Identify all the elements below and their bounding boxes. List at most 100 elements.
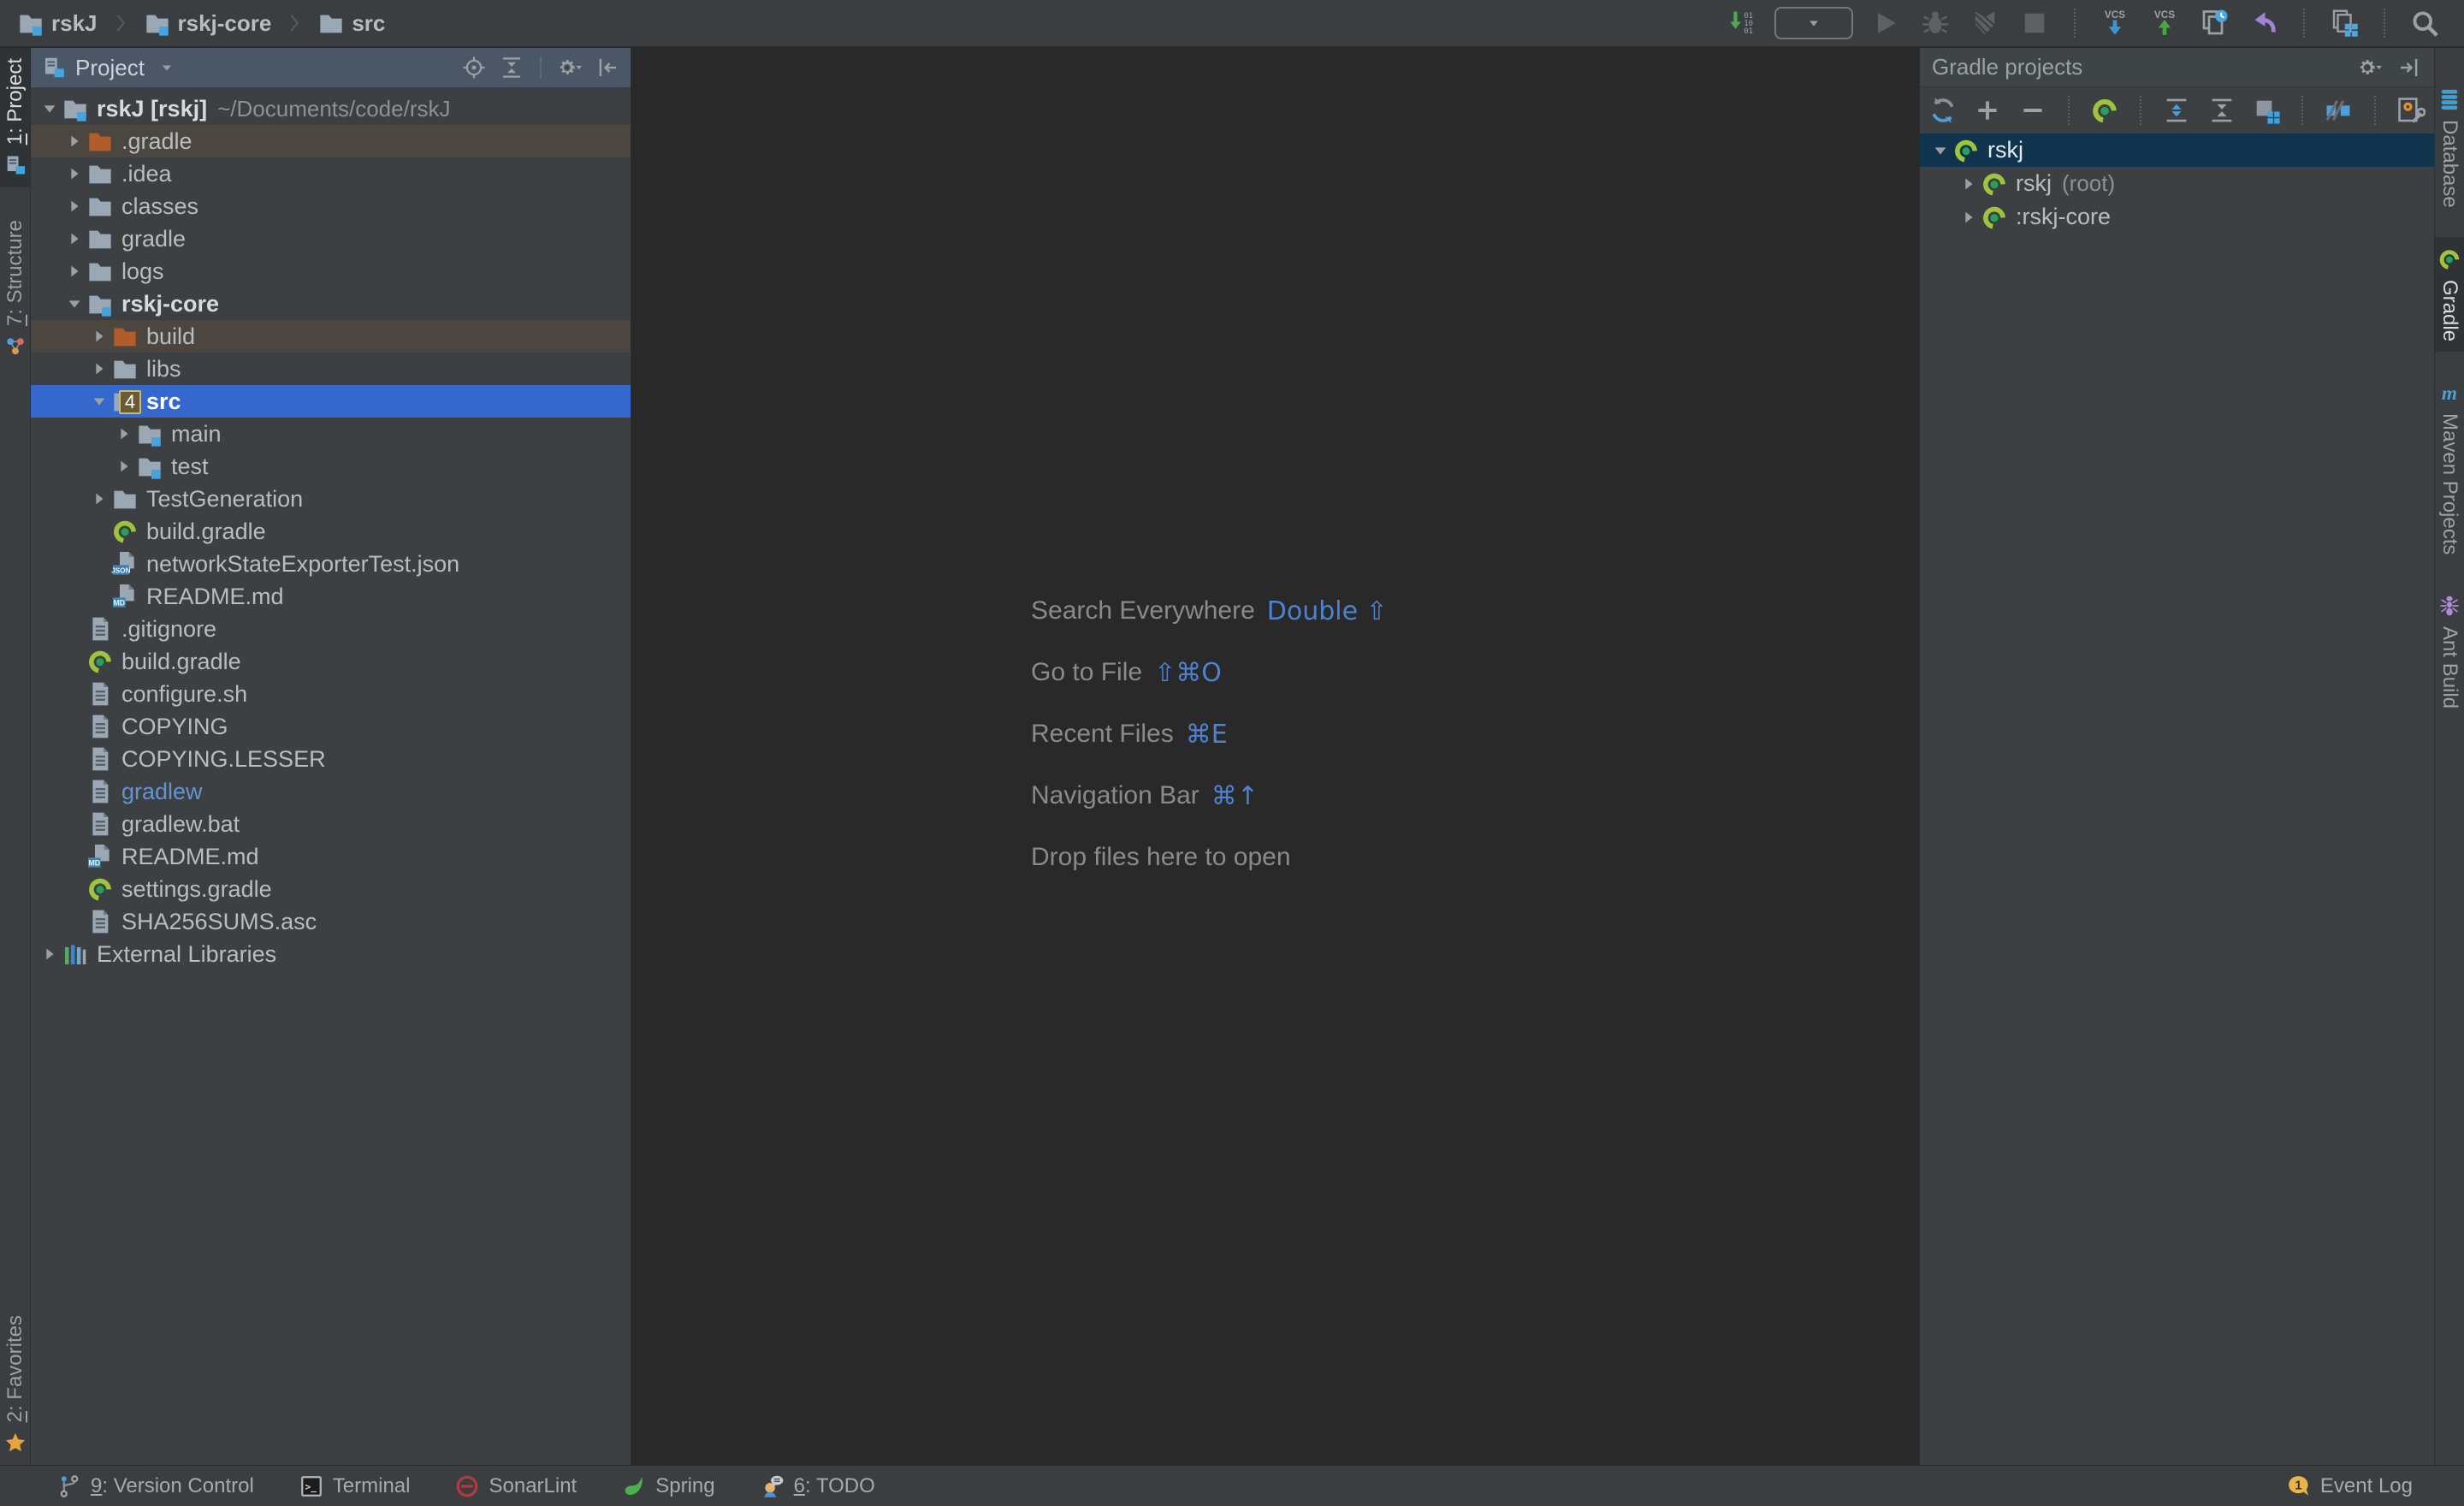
statusbar-item-spring[interactable]: Spring	[621, 1473, 714, 1499]
chevron-collapsed-icon[interactable]	[87, 324, 111, 348]
chevron-down-icon[interactable]	[157, 57, 177, 78]
statusbar-item-terminal[interactable]: >_ Terminal	[299, 1473, 411, 1499]
remove-icon[interactable]	[2017, 93, 2049, 127]
tree-row[interactable]: main	[31, 418, 631, 450]
tree-row[interactable]: libs	[31, 353, 631, 385]
locate-icon[interactable]	[461, 55, 487, 80]
tree-row[interactable]: rskj-core	[31, 288, 631, 320]
tree-row[interactable]: MD README.md	[31, 580, 631, 613]
statusbar-item--version-control[interactable]: 9: Version Control	[56, 1473, 254, 1499]
chevron-expanded-icon[interactable]	[62, 292, 86, 316]
tree-row[interactable]: build.gradle	[31, 515, 631, 548]
tree-row[interactable]: JSON networkStateExporterTest.json	[31, 548, 631, 580]
tree-row[interactable]: MD README.md	[31, 840, 631, 873]
breadcrumb-item[interactable]: rskJ	[17, 9, 98, 37]
breadcrumb-item[interactable]: src	[317, 9, 385, 37]
tree-row[interactable]: .gitignore	[31, 613, 631, 645]
chevron-collapsed-icon[interactable]	[87, 357, 111, 381]
chevron-collapsed-icon[interactable]	[38, 942, 62, 966]
debug-icon[interactable]	[1918, 6, 1952, 40]
statusbar-item-sonarlint[interactable]: SonarLint	[454, 1473, 577, 1499]
tree-row[interactable]: build.gradle	[31, 645, 631, 678]
tree-row[interactable]: rskJ [rskj] ~/Documents/code/rskJ	[31, 92, 631, 125]
refresh-icon[interactable]	[1927, 93, 1959, 127]
balloon-icon: 1	[2286, 1473, 2312, 1499]
gear-icon[interactable]	[557, 55, 583, 80]
vcs-commit-icon[interactable]: VCS	[2147, 6, 2182, 40]
build-settings-icon[interactable]	[2395, 93, 2427, 127]
breadcrumb-separator-icon	[111, 12, 130, 34]
tree-row[interactable]: gradle	[31, 222, 631, 255]
coverage-icon[interactable]	[1968, 6, 2002, 40]
module-deps-icon[interactable]	[2250, 93, 2283, 127]
hide-left-icon[interactable]	[595, 55, 620, 80]
tree-row[interactable]: COPYING.LESSER	[31, 743, 631, 775]
chevron-collapsed-icon[interactable]	[62, 162, 86, 186]
collapse-all-icon[interactable]	[499, 55, 524, 80]
tool-window-tab-database[interactable]: Database	[2435, 77, 2464, 218]
tree-row[interactable]: .idea	[31, 157, 631, 190]
project-structure-icon[interactable]	[2327, 6, 2361, 40]
tree-row[interactable]: test	[31, 450, 631, 483]
hide-right-icon[interactable]	[2396, 55, 2422, 80]
tree-row[interactable]: COPYING	[31, 710, 631, 743]
tree-row-label: gradlew	[121, 779, 203, 805]
gradle-icon[interactable]	[2088, 93, 2121, 127]
chevron-collapsed-icon[interactable]	[62, 227, 86, 251]
chevron-expanded-icon[interactable]	[1928, 139, 1952, 163]
project-panel-header[interactable]: Project	[31, 48, 631, 87]
offline-icon[interactable]	[2322, 93, 2354, 127]
tree-row[interactable]: :rskj-core	[1920, 200, 2434, 234]
chevron-collapsed-icon[interactable]	[1957, 205, 1981, 229]
tree-row[interactable]: gradlew	[31, 775, 631, 808]
chevron-collapsed-icon[interactable]	[112, 422, 136, 446]
tree-row[interactable]: configure.sh	[31, 678, 631, 710]
tool-window-tab-maven-projects[interactable]: m Maven Projects	[2435, 371, 2464, 565]
chevron-collapsed-icon[interactable]	[62, 129, 86, 153]
vcs-update-icon[interactable]: VCS	[2098, 6, 2132, 40]
chevron-collapsed-icon[interactable]	[62, 194, 86, 218]
tree-row[interactable]: rskj (root)	[1920, 167, 2434, 200]
chevron-collapsed-icon[interactable]	[1957, 172, 1981, 196]
tree-row[interactable]: SHA256SUMS.asc	[31, 905, 631, 938]
tree-row[interactable]: .gradle	[31, 125, 631, 157]
stop-icon[interactable]	[2017, 6, 2052, 40]
gradle-icon	[1952, 137, 1980, 164]
recent-changes-icon[interactable]	[2197, 6, 2231, 40]
gradle-panel-header[interactable]: Gradle projects	[1920, 48, 2434, 87]
search-everywhere-icon[interactable]	[2408, 6, 2442, 40]
add-icon[interactable]	[1971, 93, 2004, 127]
tree-row[interactable]: logs	[31, 255, 631, 288]
breadcrumb-item[interactable]: rskj-core	[144, 9, 272, 37]
tree-row[interactable]: rskj	[1920, 133, 2434, 167]
tree-row[interactable]: gradlew.bat	[31, 808, 631, 840]
chevron-expanded-icon[interactable]	[87, 389, 111, 413]
chevron-collapsed-icon[interactable]	[87, 487, 111, 511]
binary-update-icon[interactable]: 011001	[1725, 6, 1759, 40]
tree-row[interactable]: build	[31, 320, 631, 353]
tree-row[interactable]: 4 src	[31, 385, 631, 418]
chevron-collapsed-icon[interactable]	[62, 259, 86, 283]
tree-row-label: rskj	[1987, 137, 2023, 163]
chevron-collapsed-icon[interactable]	[112, 454, 136, 478]
module-folder-icon	[86, 290, 114, 317]
expand-all-icon[interactable]	[2160, 93, 2193, 127]
run-icon[interactable]	[1869, 6, 1903, 40]
gradle-icon	[111, 518, 139, 545]
tool-window-tab--project[interactable]: 1: Project	[0, 48, 30, 187]
statusbar-item--todo[interactable]: 6: TODO	[760, 1473, 875, 1499]
tool-window-tab--structure[interactable]: 7: Structure	[0, 210, 30, 369]
tree-row[interactable]: classes	[31, 190, 631, 222]
tool-window-tab-ant-build[interactable]: Ant Build	[2435, 584, 2464, 719]
collapse-all-icon[interactable]	[2206, 93, 2238, 127]
gear-icon[interactable]	[2357, 55, 2383, 80]
tool-window-tab--favorites[interactable]: 2: Favorites	[0, 1305, 30, 1465]
event-log-button[interactable]: 1 Event Log	[2286, 1473, 2413, 1499]
tool-window-tab-gradle[interactable]: Gradle	[2435, 237, 2464, 352]
tree-row[interactable]: settings.gradle	[31, 873, 631, 905]
tree-row[interactable]: External Libraries	[31, 938, 631, 970]
run-configuration-combo[interactable]	[1774, 7, 1853, 39]
chevron-expanded-icon[interactable]	[38, 97, 62, 121]
rollback-icon[interactable]	[2247, 6, 2281, 40]
tree-row[interactable]: TestGeneration	[31, 483, 631, 515]
